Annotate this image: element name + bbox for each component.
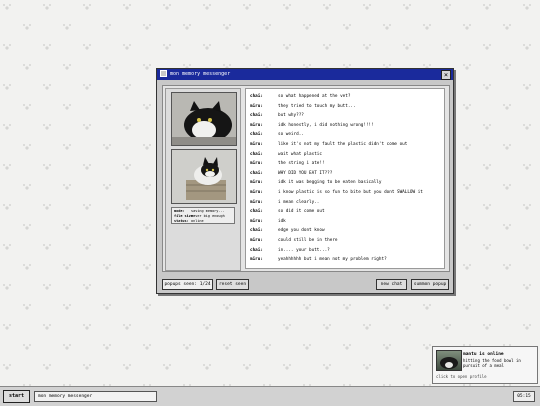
message-text: like it's not my fault the plastic didn'… [278,141,408,147]
chat-message: miru: i mean clearly.. [246,198,444,208]
close-icon: × [443,71,449,79]
message-sender: miru: [250,161,263,167]
chat-message: miru: idk [246,217,444,227]
info-row-status: status: online [174,219,232,224]
message-sender: chai: [250,113,263,119]
avatar-image [440,357,458,369]
message-text: WHY DID YOU EAT IT??? [278,170,333,176]
chat-message: miru: the string i ate!! [246,159,444,169]
message-sender: miru: [250,199,263,205]
chat-message: miru: they tried to touch my butt... [246,102,444,112]
message-sender: chai: [250,228,263,234]
message-text: i know plastic is so fun to bite but you… [278,189,423,195]
message-sender: chai: [250,209,263,215]
message-text: wait what plastic [278,151,322,157]
app-icon [160,70,167,77]
message-sender: chai: [250,132,263,138]
chat-message: miru: i know plastic is so fun to bite bu… [246,188,444,198]
reset-seen-button[interactable]: reset seen [216,279,249,290]
message-text: could still be in there [278,237,338,243]
cat-photo-1 [171,92,237,146]
window-body: mode: saving memory... file size:never bi… [162,85,450,272]
chat-message: chai: in.... your butt...? [246,246,444,256]
info-value: never big enough [191,214,225,218]
chat-message: miru: idk it was begging to be eaten basi… [246,178,444,188]
chat-message: miru: idk honestly, i did nothing wrong!!… [246,121,444,131]
info-value: online [191,219,204,223]
message-text: but why??? [278,113,304,119]
chat-message: chai: so weird.. [246,130,444,140]
open-profile-link[interactable]: click to open profile [436,374,487,379]
chat-message: chai: so what happened at the vet? [246,92,444,102]
new-chat-button[interactable]: new chat [376,279,407,290]
profile-info: mode: saving memory... file size:never bi… [171,207,235,224]
chat-message: chai: edge you dont know [246,226,444,236]
message-text: i mean clearly.. [278,199,320,205]
message-text: idk honestly, i did nothing wrong!!!! [278,122,374,128]
chat-message: chai: wait what plastic [246,150,444,160]
message-sender: chai: [250,247,263,253]
avatar [436,350,462,371]
message-sender: miru: [250,141,263,147]
messenger-window: mon memory messenger × mode: saving memo… [156,68,454,294]
summon-popup-button[interactable]: summon popup [411,279,449,290]
message-text: yeahhhhhh but i mean not my problem righ… [278,257,387,263]
message-sender: miru: [250,257,263,263]
message-text: so weird.. [278,132,304,138]
popups-seen-counter: popups seen: 1/24 [162,279,213,290]
chat-message: miru: yeahhhhhh but i mean not my problem… [246,255,444,265]
chat-message: chai: WHY DID YOU EAT IT??? [246,169,444,179]
info-value: saving memory... [191,209,225,213]
chat-message: miru: like it's not my fault the plastic … [246,140,444,150]
chat-message: chai: but why??? [246,111,444,121]
cat-photo-2-image [172,150,236,203]
chat-message: miru: could still be in there [246,236,444,246]
message-text: they tried to touch my butt... [278,103,356,109]
message-sender: chai: [250,94,263,99]
online-notification[interactable]: mantu is online hitting the food bowl in… [432,346,538,384]
message-text: idk [278,218,286,224]
cat-photo-1-image [172,93,236,145]
info-key: status: [174,219,189,223]
title-bar[interactable]: mon memory messenger × [157,69,453,80]
notification-message: hitting the food bowl in pursuit of a me… [463,358,521,368]
message-sender: miru: [250,218,263,224]
message-sender: miru: [250,189,263,195]
message-text: the string i ate!! [278,161,325,167]
message-sender: miru: [250,180,263,186]
message-text: edge you dont know [278,228,325,234]
message-text: in.... your butt...? [278,247,330,253]
cat-photo-2 [171,149,237,204]
message-text: idk it was begging to be eaten basically [278,180,382,186]
start-button[interactable]: start [3,390,30,403]
window-title: mon memory messenger [170,71,231,77]
message-text: so what happened at the vet? [278,94,351,99]
taskbar: start mon memory messenger 05:15 [0,386,540,406]
message-text: so did it come out [278,209,325,215]
message-sender: miru: [250,103,263,109]
profile-panel: mode: saving memory... file size:never bi… [165,88,241,271]
message-sender: miru: [250,237,263,243]
clock: 05:15 [513,391,535,402]
taskbar-item-messenger[interactable]: mon memory messenger [34,391,157,402]
close-button[interactable]: × [441,70,451,80]
chat-log[interactable]: chai: so what happened at the vet? miru: t… [245,88,445,269]
notification-title: mantu is online [463,352,504,357]
message-sender: chai: [250,151,263,157]
chat-message: chai: so did it come out [246,207,444,217]
message-sender: miru: [250,122,263,128]
message-sender: chai: [250,170,263,176]
